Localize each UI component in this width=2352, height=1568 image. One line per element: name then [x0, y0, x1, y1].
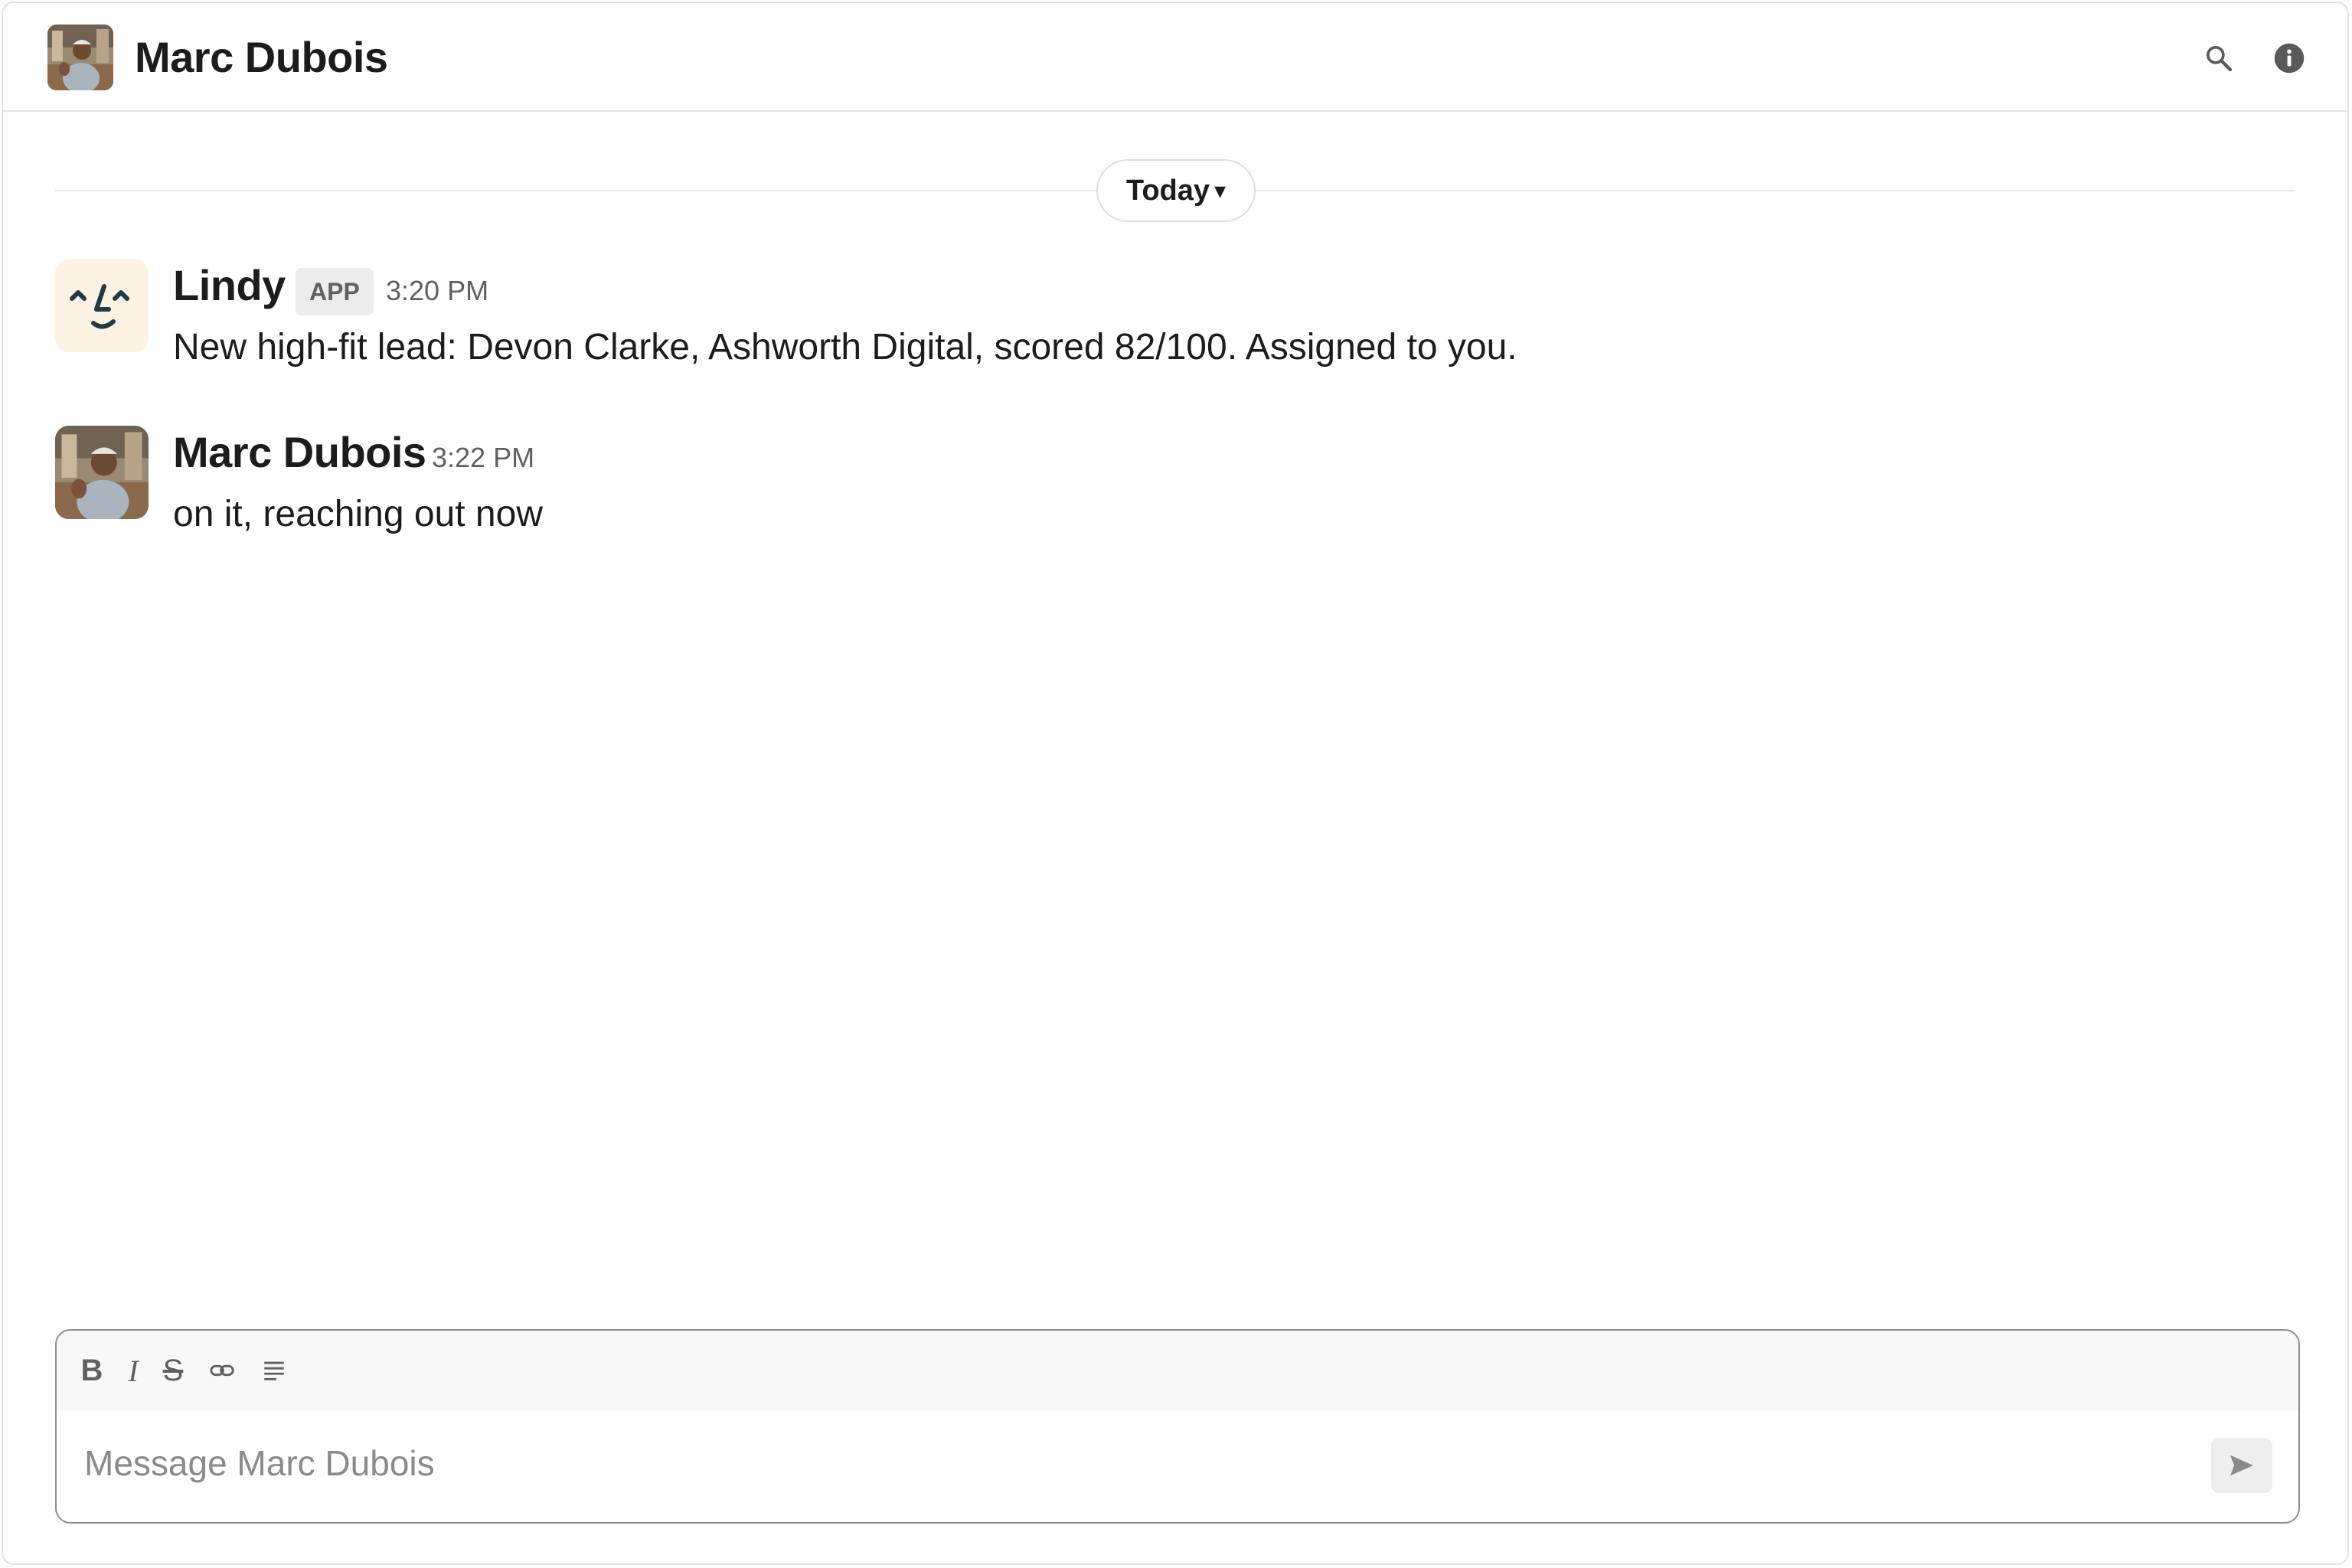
- message-text: on it, reaching out now: [173, 494, 543, 534]
- bold-button[interactable]: B: [70, 1349, 113, 1392]
- page-title: Marc Dubois: [135, 33, 388, 81]
- message-sender[interactable]: Lindy: [173, 259, 286, 312]
- link-button[interactable]: [201, 1349, 243, 1392]
- message-timestamp[interactable]: 3:20 PM: [386, 274, 488, 308]
- search-icon: [2207, 45, 2233, 72]
- dm-window: Marc Dubois Today ▾ Lindy APP 3:20 PM Ne…: [2, 2, 2349, 1565]
- italic-icon: I: [128, 1353, 139, 1388]
- app-badge: APP: [296, 268, 374, 315]
- formatting-toolbar: B I S: [57, 1331, 2298, 1410]
- message-timestamp[interactable]: 3:22 PM: [432, 441, 534, 475]
- user-photo-avatar-icon: [55, 426, 149, 519]
- italic-button[interactable]: I: [112, 1349, 155, 1392]
- strikethrough-button[interactable]: S: [152, 1349, 194, 1392]
- user-photo-avatar-icon: [47, 24, 113, 90]
- header-avatar[interactable]: [47, 24, 113, 90]
- strikethrough-icon: S: [162, 1353, 184, 1387]
- bold-icon: B: [80, 1353, 103, 1387]
- message-composer: B I S: [55, 1329, 2300, 1524]
- message-avatar[interactable]: [55, 259, 149, 352]
- date-divider-button[interactable]: Today ▾: [1096, 159, 1256, 222]
- info-icon: [2274, 43, 2305, 74]
- list-icon: [264, 1361, 284, 1380]
- caret-down-icon: ▾: [1214, 178, 1227, 204]
- send-button[interactable]: [2211, 1438, 2272, 1493]
- message-input[interactable]: [84, 1438, 2151, 1488]
- message-avatar[interactable]: [55, 426, 149, 519]
- message-sender[interactable]: Marc Dubois: [173, 426, 426, 479]
- search-button[interactable]: [2197, 37, 2240, 80]
- message-text: New high-fit lead: Devon Clarke, Ashwort…: [173, 327, 1517, 368]
- channel-header: Marc Dubois: [3, 3, 2347, 112]
- info-button[interactable]: [2268, 37, 2311, 80]
- date-divider-label: Today: [1125, 174, 1210, 207]
- lindy-face-logo-icon: [55, 259, 149, 352]
- list-button[interactable]: [253, 1349, 296, 1392]
- link-icon: [210, 1364, 234, 1377]
- send-icon: [2230, 1455, 2253, 1476]
